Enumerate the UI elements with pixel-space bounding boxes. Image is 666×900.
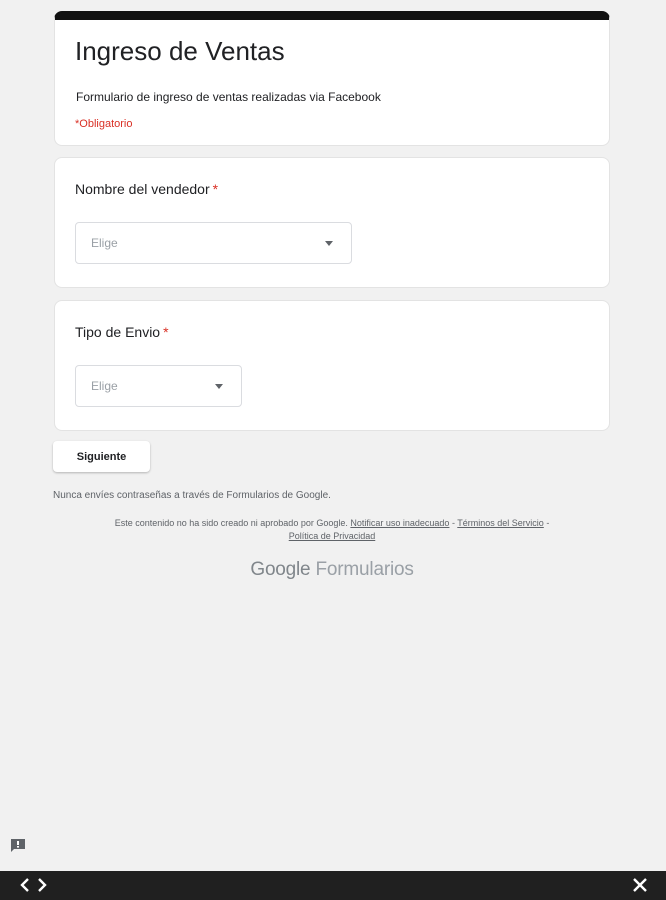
dropdown-arrow-icon	[215, 384, 223, 389]
terms-link[interactable]: Términos del Servicio	[457, 518, 544, 528]
separator: -	[543, 518, 550, 528]
dropdown-arrow-icon	[325, 241, 333, 246]
disclaimer-text: Este contenido no ha sido creado ni apro…	[114, 518, 348, 528]
next-button[interactable]: Siguiente	[53, 441, 150, 472]
google-forms-logo[interactable]: Google Formularios	[54, 559, 610, 581]
feedback-icon[interactable]	[10, 838, 26, 853]
required-asterisk: *	[163, 324, 169, 340]
bottom-toolbar	[0, 871, 666, 900]
question-title-shipping: Tipo de Envio *	[75, 324, 169, 340]
question-title-seller: Nombre del vendedor *	[75, 181, 218, 197]
seller-dropdown[interactable]: Elige	[75, 222, 352, 264]
dropdown-value: Elige	[91, 379, 118, 393]
chevron-right-icon[interactable]	[33, 876, 51, 894]
shipping-dropdown[interactable]: Elige	[75, 365, 242, 407]
disclaimer: Este contenido no ha sido creado ni apro…	[54, 517, 610, 543]
required-note: *Obligatorio	[75, 118, 133, 130]
question-card-seller: Nombre del vendedor * Elige	[54, 157, 610, 288]
form-title: Ingreso de Ventas	[75, 36, 285, 66]
question-label: Nombre del vendedor	[75, 181, 210, 197]
report-abuse-link[interactable]: Notificar uso inadecuado	[350, 518, 449, 528]
close-icon[interactable]	[631, 876, 649, 894]
privacy-link[interactable]: Política de Privacidad	[289, 531, 376, 541]
brand-google: Google	[250, 559, 311, 580]
question-label: Tipo de Envio	[75, 324, 161, 340]
question-card-shipping: Tipo de Envio * Elige	[54, 300, 610, 431]
form-header-card: Ingreso de Ventas Formulario de ingreso …	[54, 11, 610, 146]
dropdown-value: Elige	[91, 236, 118, 250]
required-asterisk: *	[212, 181, 219, 197]
password-warning: Nunca envíes contraseñas a través de For…	[53, 490, 331, 501]
brand-product: Formularios	[315, 559, 414, 580]
form-description: Formulario de ingreso de ventas realizad…	[76, 90, 381, 104]
